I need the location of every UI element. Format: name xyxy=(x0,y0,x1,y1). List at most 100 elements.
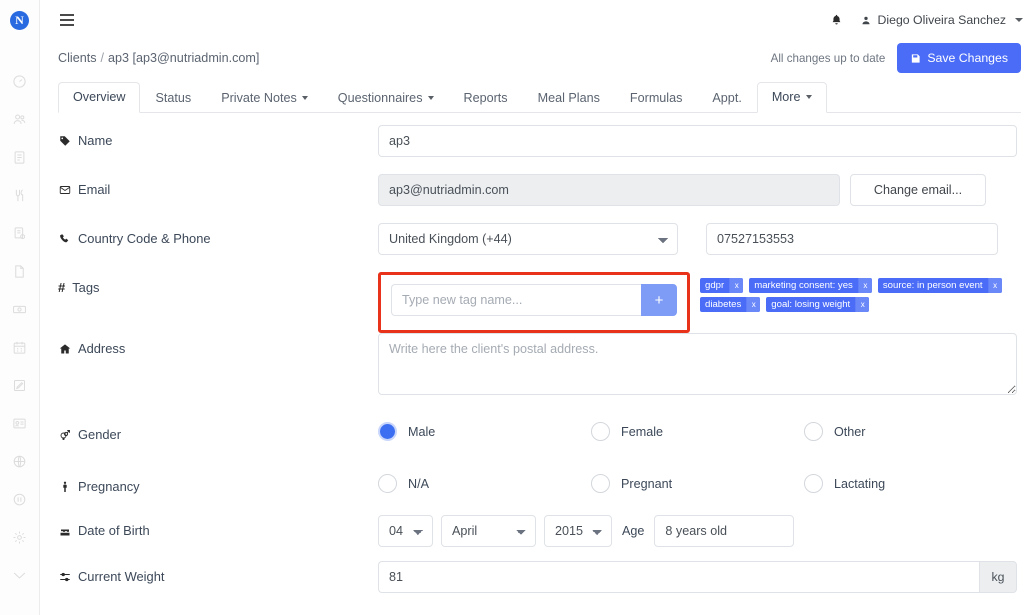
sidebar-item-info[interactable] xyxy=(0,480,40,518)
tab-reports[interactable]: Reports xyxy=(449,83,523,113)
label-text: Date of Birth xyxy=(78,523,150,538)
weight-input[interactable] xyxy=(378,561,979,593)
app-root: N Diego Oliveira Sanchez Clients / ap3 [… xyxy=(0,0,1024,615)
radio-button[interactable] xyxy=(591,474,610,493)
dob-month-select[interactable]: April xyxy=(441,515,536,547)
tab-label: Reports xyxy=(463,91,508,105)
tab-label: Meal Plans xyxy=(537,91,600,105)
radio-label: Male xyxy=(408,424,436,439)
dob-day-select[interactable]: 04 xyxy=(378,515,433,547)
radio-button[interactable] xyxy=(378,422,397,441)
pregnancy-option-lactating[interactable]: Lactating xyxy=(804,471,1017,493)
bell-icon[interactable] xyxy=(830,13,843,27)
phone-number-input[interactable] xyxy=(706,223,998,255)
sidebar-item-payments[interactable] xyxy=(0,290,40,328)
dob-year-select[interactable]: 2015 xyxy=(544,515,612,547)
tags-label: # Tags xyxy=(58,272,378,295)
remove-tag-icon[interactable]: x xyxy=(746,297,761,312)
tab-meal-plans[interactable]: Meal Plans xyxy=(523,83,615,113)
address-textarea[interactable] xyxy=(378,333,1017,395)
sidebar-item-settings[interactable] xyxy=(0,518,40,556)
chevron-down-icon xyxy=(805,95,812,99)
tab-overview[interactable]: Overview xyxy=(58,82,141,113)
email-input[interactable] xyxy=(378,174,840,206)
remove-tag-icon[interactable]: x xyxy=(729,278,744,293)
new-tag-input[interactable] xyxy=(391,284,641,316)
email-label: Email xyxy=(58,174,378,197)
tag-chip[interactable]: marketing consent: yes x xyxy=(749,278,872,293)
tab-formulas[interactable]: Formulas xyxy=(615,83,697,113)
gender-option-male[interactable]: Male xyxy=(378,419,591,441)
main-area: Diego Oliveira Sanchez Clients / ap3 [ap3@… xyxy=(40,0,1024,615)
tag-chip[interactable]: gdpr x xyxy=(700,278,744,293)
form-row-name: Name xyxy=(58,125,1017,174)
age-value-input xyxy=(654,515,795,547)
gender-control: Male Female Other xyxy=(378,419,1017,441)
change-email-button[interactable]: Change email... xyxy=(850,174,986,206)
pregnancy-option-pregnant[interactable]: Pregnant xyxy=(591,471,804,493)
tag-chip[interactable]: diabetes x xyxy=(700,297,761,312)
tab-label: Overview xyxy=(73,90,126,104)
address-label: Address xyxy=(58,333,378,356)
save-changes-button[interactable]: Save Changes xyxy=(897,43,1021,73)
label-text: Email xyxy=(78,182,111,197)
remove-tag-icon[interactable]: x xyxy=(987,278,1002,293)
sidebar-item-documents[interactable] xyxy=(0,138,40,176)
sidebar-item-edit[interactable] xyxy=(0,366,40,404)
tag-label: gdpr xyxy=(705,280,725,291)
breadcrumb-separator: / xyxy=(100,51,105,65)
weight-unit-label: kg xyxy=(979,561,1017,593)
form-row-dob: Date of Birth 04 April 2015 Age xyxy=(58,515,1017,561)
breadcrumb: Clients / ap3 [ap3@nutriadmin.com] xyxy=(58,51,259,65)
tab-more[interactable]: More xyxy=(756,82,827,113)
sidebar-item-calendar[interactable] xyxy=(0,328,40,366)
tags-control: + gdprx marketing consent: yesx source: … xyxy=(378,272,1017,333)
remove-tag-icon[interactable]: x xyxy=(857,278,872,293)
tab-private-notes[interactable]: Private Notes xyxy=(206,83,323,113)
sidebar-item-collapse[interactable] xyxy=(0,556,40,594)
weight-label: Current Weight xyxy=(58,561,378,584)
sidebar-item-dashboard[interactable] xyxy=(0,62,40,100)
user-menu[interactable]: Diego Oliveira Sanchez xyxy=(861,13,1023,27)
tab-status[interactable]: Status xyxy=(140,83,206,113)
label-text: Country Code & Phone xyxy=(78,231,211,246)
label-text: Name xyxy=(78,133,113,148)
tag-icon xyxy=(58,135,71,147)
radio-button[interactable] xyxy=(804,422,823,441)
sidebar-item-clients[interactable] xyxy=(0,100,40,138)
birthday-cake-icon xyxy=(58,525,71,537)
gender-option-other[interactable]: Other xyxy=(804,419,1017,441)
remove-tag-icon[interactable]: x xyxy=(855,297,870,312)
label-text: Pregnancy xyxy=(78,479,140,494)
gender-option-female[interactable]: Female xyxy=(591,419,804,441)
weight-control: kg xyxy=(378,561,1017,593)
tag-chip[interactable]: goal: losing weight x xyxy=(766,297,870,312)
sidebar-item-reports[interactable] xyxy=(0,214,40,252)
radio-button[interactable] xyxy=(804,474,823,493)
tag-label: source: in person event xyxy=(882,280,983,291)
tab-appointments[interactable]: Appt. xyxy=(697,83,756,113)
radio-button[interactable] xyxy=(591,422,610,441)
breadcrumb-root[interactable]: Clients xyxy=(58,51,97,65)
sidebar-item-id-card[interactable] xyxy=(0,404,40,442)
tag-chip[interactable]: source: in person event x xyxy=(877,278,1002,293)
pregnancy-option-na[interactable]: N/A xyxy=(378,471,591,493)
floppy-disk-icon xyxy=(912,53,920,63)
name-control xyxy=(378,125,1017,157)
radio-label: Female xyxy=(621,424,663,439)
tag-label: diabetes xyxy=(705,299,742,310)
tab-questionnaires[interactable]: Questionnaires xyxy=(323,83,449,113)
tab-bar: Overview Status Private Notes Questionna… xyxy=(58,82,1021,113)
add-tag-button[interactable]: + xyxy=(641,284,677,316)
radio-label: Other xyxy=(834,424,866,439)
hamburger-icon[interactable] xyxy=(58,10,76,29)
name-input[interactable] xyxy=(378,125,1017,157)
breadcrumb-row: Clients / ap3 [ap3@nutriadmin.com] All cha… xyxy=(40,40,1024,76)
country-code-select[interactable]: United Kingdom (+44) xyxy=(378,223,678,255)
person-icon xyxy=(58,481,71,493)
app-logo[interactable]: N xyxy=(0,0,40,40)
sidebar-item-globe[interactable] xyxy=(0,442,40,480)
sidebar-item-notes[interactable] xyxy=(0,252,40,290)
radio-button[interactable] xyxy=(378,474,397,493)
sidebar-item-recipes[interactable] xyxy=(0,176,40,214)
